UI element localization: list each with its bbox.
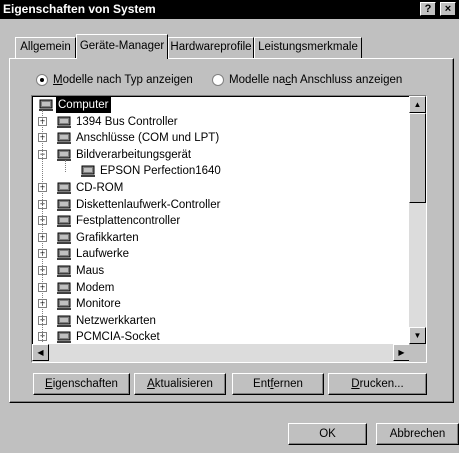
scroll-up-button[interactable]: ▲ — [409, 96, 426, 113]
scroll-left-button[interactable]: ◀ — [32, 344, 49, 361]
scroll-thumb[interactable] — [409, 113, 426, 203]
tree-item-label: Bildverarbeitungsgerät — [76, 148, 192, 161]
device-tree-items: Computer +1394 Bus Controller + Anschlüsse … — [32, 96, 410, 344]
radio-label: Modelle nach Typ anzeigen — [53, 74, 193, 86]
tab-hardware-profiles[interactable]: Hardwareprofile — [168, 37, 254, 58]
radio-by-connection[interactable]: Modelle nach Anschluss anzeigen — [212, 74, 402, 86]
arrow-left-icon: ◀ — [37, 348, 44, 357]
computer-icon — [38, 98, 54, 112]
tree-item[interactable]: + Monitore — [32, 296, 410, 312]
title-bar: Eigenschaften von System ? × — [0, 0, 459, 19]
tree-item-label: Monitore — [76, 298, 121, 311]
scrollbar-corner — [409, 344, 426, 362]
properties-button[interactable]: Eigenschaften — [33, 373, 130, 395]
display-adapter-icon — [56, 231, 72, 245]
tree-connector-line — [42, 110, 43, 342]
tree-item[interactable]: + Netzwerkkarten — [32, 313, 410, 329]
tree-item-label: 1394 Bus Controller — [76, 115, 178, 128]
tree-item-label: Laufwerke — [76, 248, 130, 261]
tree-item[interactable]: Computer — [32, 97, 410, 113]
ok-button[interactable]: OK — [288, 423, 367, 445]
tab-label: Allgemein — [20, 41, 71, 53]
print-button[interactable]: Drucken... — [328, 373, 427, 395]
help-icon: ? — [424, 3, 432, 15]
help-button[interactable]: ? — [420, 2, 436, 16]
mouse-icon — [56, 264, 72, 278]
ok-label: OK — [319, 428, 336, 440]
imaging-device-icon — [56, 148, 72, 162]
radio-label: Modelle nach Anschluss anzeigen — [229, 74, 403, 86]
tree-item-label: Anschlüsse (COM und LPT) — [76, 132, 220, 145]
tree-item[interactable]: +1394 Bus Controller — [32, 114, 410, 130]
harddisk-controller-icon — [56, 214, 72, 228]
cancel-label: Abbrechen — [389, 428, 446, 440]
tree-item-label: CD-ROM — [76, 182, 124, 194]
tree-item-label: PCMCIA-Socket — [76, 331, 160, 344]
tree-item-label: Computer — [56, 97, 111, 113]
refresh-button[interactable]: Aktualisieren — [134, 373, 226, 395]
tab-performance[interactable]: Leistungsmerkmale — [254, 37, 362, 58]
tree-item-label: Modem — [76, 281, 115, 294]
pcmcia-icon — [56, 330, 72, 344]
close-icon: × — [444, 3, 452, 15]
scroll-down-button[interactable]: ▼ — [409, 327, 426, 344]
tree-connector-line — [65, 160, 66, 172]
tree-item-label: Festplattencontroller — [76, 215, 181, 228]
window-title: Eigenschaften von System — [3, 2, 156, 16]
modem-icon — [56, 281, 72, 295]
tree-item[interactable]: + PCMCIA-Socket — [32, 329, 410, 345]
horizontal-scrollbar[interactable]: ◀ ▶ — [32, 344, 410, 362]
cdrom-icon — [56, 181, 72, 195]
tree-item-label: Netzwerkkarten — [76, 314, 156, 327]
network-adapter-icon — [56, 314, 72, 328]
tree-item-label: Diskettenlaufwerk-Controller — [76, 198, 221, 211]
remove-button[interactable]: Entfernen — [232, 373, 324, 395]
tree-item[interactable]: + Laufwerke — [32, 246, 410, 262]
tree-item-label: EPSON Perfection1640 — [100, 165, 221, 178]
tab-label: Leistungsmerkmale — [258, 41, 358, 53]
device-tree[interactable]: Computer +1394 Bus Controller + Anschlüsse … — [31, 95, 427, 363]
arrow-up-icon: ▲ — [413, 100, 422, 109]
tree-item[interactable]: − Bildverarbeitungsgerät — [32, 147, 410, 163]
tree-item[interactable]: EPSON Perfection1640 — [32, 163, 410, 179]
tree-item[interactable]: + Grafikkarten — [32, 230, 410, 246]
tree-item-label: Grafikkarten — [76, 231, 139, 244]
monitor-icon — [56, 297, 72, 311]
tab-label: Geräte-Manager — [79, 40, 165, 52]
floppy-controller-icon — [56, 198, 72, 212]
tree-item[interactable]: + Festplattencontroller — [32, 213, 410, 229]
arrow-right-icon: ▶ — [398, 348, 405, 357]
close-button[interactable]: × — [440, 2, 456, 16]
tree-item[interactable]: + Anschlüsse (COM und LPT) — [32, 130, 410, 146]
tab-device-manager[interactable]: Geräte-Manager — [76, 34, 168, 59]
bus-controller-icon — [56, 115, 72, 129]
port-icon — [56, 131, 72, 145]
cancel-button[interactable]: Abbrechen — [376, 423, 459, 445]
tree-item[interactable]: + Maus — [32, 263, 410, 279]
tree-item[interactable]: + Modem — [32, 280, 410, 296]
radio-button-selected[interactable] — [36, 74, 48, 86]
tree-item-label: Maus — [76, 265, 105, 277]
arrow-down-icon: ▼ — [413, 331, 422, 340]
radio-button[interactable] — [212, 74, 224, 86]
scroll-right-button[interactable]: ▶ — [393, 344, 410, 361]
tab-general[interactable]: Allgemein — [15, 37, 76, 58]
vertical-scrollbar[interactable]: ▲ ▼ — [409, 96, 426, 344]
tree-item[interactable]: + Diskettenlaufwerk-Controller — [32, 197, 410, 213]
radio-by-type[interactable]: Modelle nach Typ anzeigen — [36, 74, 193, 86]
tree-item[interactable]: + CD-ROM — [32, 180, 410, 196]
tab-label: Hardwareprofile — [170, 41, 252, 53]
scanner-icon — [80, 164, 96, 178]
drive-icon — [56, 247, 72, 261]
